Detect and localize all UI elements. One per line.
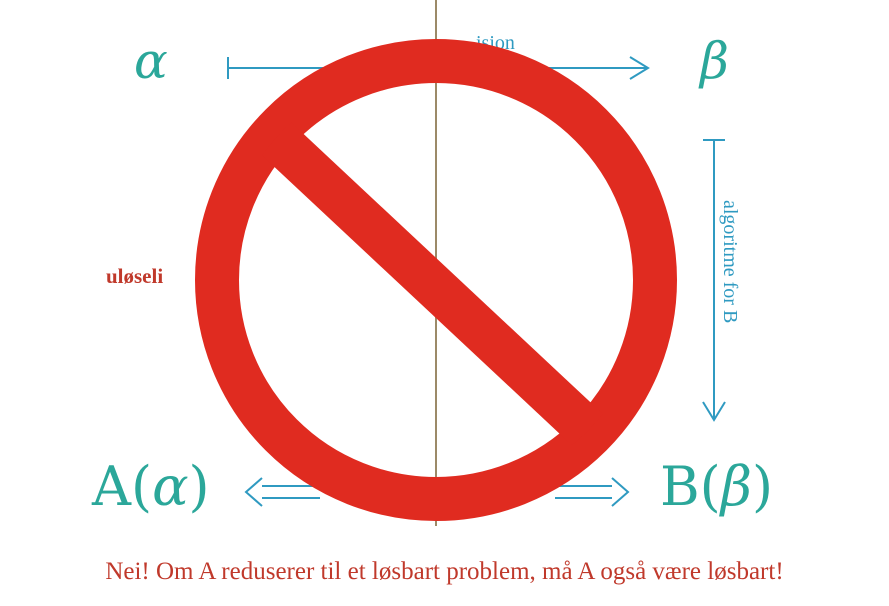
caption: Nei! Om A reduserer til et løsbart probl… [105,558,784,585]
prohibition-sign-icon [195,39,677,521]
slide: α β ision algoritme for B uløseli A(α) B… [0,0,889,606]
prohibition-slash [249,111,606,449]
